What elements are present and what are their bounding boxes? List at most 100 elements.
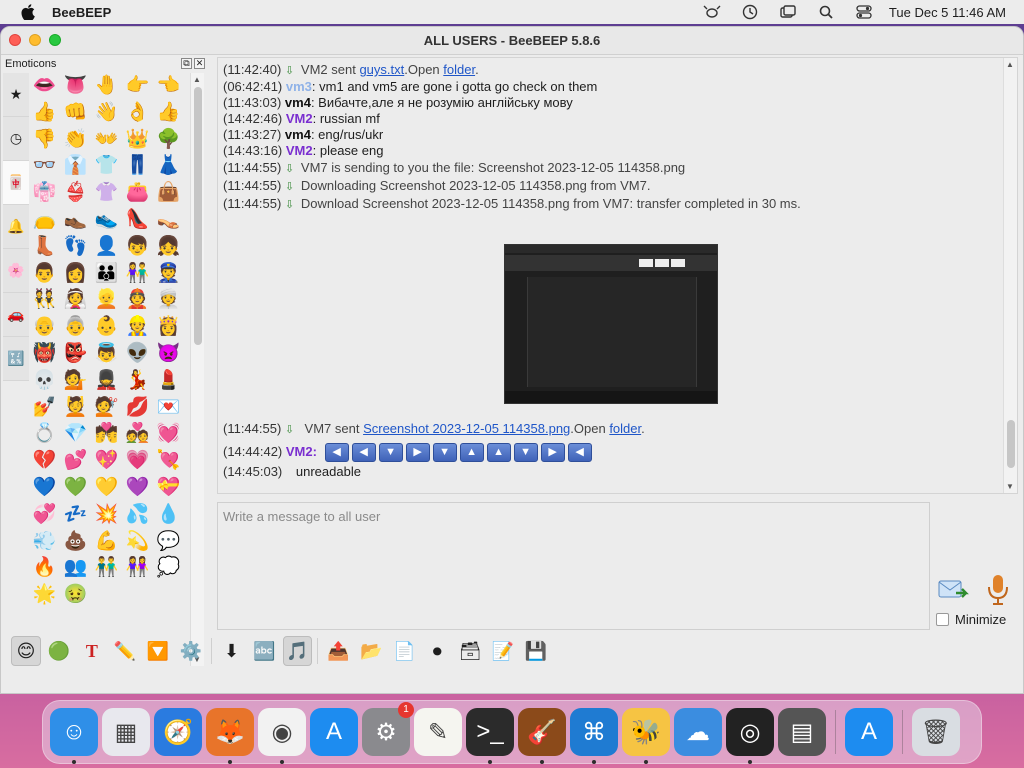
record-button[interactable]: ⏺ bbox=[422, 636, 452, 666]
emoticon-cell[interactable]: 💫 bbox=[122, 529, 153, 556]
emoticon-cell[interactable]: 👸 bbox=[153, 314, 184, 341]
emoticon-cell[interactable]: 👞 bbox=[60, 207, 91, 234]
emoticon-cell[interactable]: 👣 bbox=[60, 234, 91, 261]
beebeep-status-icon[interactable] bbox=[693, 0, 731, 24]
dock-safari-icon[interactable]: 🧭 bbox=[154, 708, 202, 756]
emoticon-cell[interactable]: 🤚 bbox=[91, 73, 122, 100]
emoticon-cell[interactable]: 👶 bbox=[91, 314, 122, 341]
emoticon-cell[interactable]: 💗 bbox=[122, 448, 153, 475]
arrow-button[interactable]: ▲ bbox=[459, 443, 484, 463]
emoticon-cell[interactable]: 👮 bbox=[153, 261, 184, 288]
minimize-checkbox[interactable]: Minimize bbox=[936, 612, 1006, 627]
emoticon-cell[interactable]: 👥 bbox=[60, 555, 91, 582]
emoticon-category-tab[interactable]: 🚗 bbox=[3, 293, 29, 337]
emoticon-cell[interactable]: 💆 bbox=[60, 395, 91, 422]
emoticons-toggle-button[interactable]: 😊 bbox=[11, 636, 41, 666]
emoticon-cell[interactable]: 👄 bbox=[29, 73, 60, 100]
emoticon-cell[interactable]: 👓 bbox=[29, 153, 60, 180]
dock-beebeep-icon[interactable]: 🐝 bbox=[622, 708, 670, 764]
emoticon-cell[interactable]: 👱 bbox=[91, 287, 122, 314]
emoticon-cell[interactable]: 💌 bbox=[153, 395, 184, 422]
emoticon-cell[interactable]: 👖 bbox=[122, 153, 153, 180]
window-switch-icon[interactable] bbox=[769, 0, 807, 24]
chat-scroll-up-icon[interactable]: ▲ bbox=[1006, 60, 1014, 69]
status-button[interactable]: 🟢 bbox=[44, 636, 74, 666]
emoticon-cell[interactable]: 👚 bbox=[91, 180, 122, 207]
emoticon-cell[interactable]: 👉 bbox=[122, 73, 153, 100]
emoticon-cell[interactable]: 💃 bbox=[122, 368, 153, 395]
emoticon-cell[interactable]: 👊 bbox=[60, 100, 91, 127]
spellcheck-button[interactable]: 🔤 bbox=[250, 636, 280, 666]
emoticon-cell[interactable]: 💧 bbox=[153, 502, 184, 529]
dock-system-settings-icon[interactable]: ⚙ 1 bbox=[362, 702, 414, 756]
emoticon-cell[interactable]: 👗 bbox=[153, 153, 184, 180]
dock-firefox-icon[interactable]: 🦊 bbox=[206, 708, 254, 764]
screenshot-file-link[interactable]: Screenshot 2023-12-05 114358.png bbox=[363, 421, 570, 436]
search-icon[interactable] bbox=[807, 0, 845, 24]
emoticon-cell[interactable]: 👨 bbox=[29, 261, 60, 288]
emoticon-cell[interactable]: 💪 bbox=[91, 529, 122, 556]
emoticon-cell[interactable]: 💜 bbox=[122, 475, 153, 502]
emoticon-cell[interactable]: 👕 bbox=[91, 153, 122, 180]
open-folder-link[interactable]: folder bbox=[443, 62, 475, 77]
emoticon-cell[interactable]: 👷 bbox=[122, 314, 153, 341]
emoticon-cell[interactable]: 💔 bbox=[29, 448, 60, 475]
archive-button[interactable]: 🗃 bbox=[455, 636, 485, 666]
save-chat-button[interactable]: 💾 bbox=[521, 636, 551, 666]
emoticon-cell[interactable]: 💍 bbox=[29, 421, 60, 448]
emoticon-cell[interactable]: 🌳 bbox=[153, 127, 184, 154]
filter-button[interactable]: 🔽 bbox=[143, 636, 173, 666]
emoticon-cell[interactable]: 💙 bbox=[29, 475, 60, 502]
chat-scroll-down-icon[interactable]: ▼ bbox=[1006, 482, 1014, 491]
menubar-clock[interactable]: Tue Dec 5 11:46 AM bbox=[883, 5, 1024, 20]
emoticon-cell[interactable]: 💑 bbox=[122, 421, 153, 448]
emoticon-cell[interactable]: 💥 bbox=[91, 502, 122, 529]
arrow-button[interactable]: ▼ bbox=[513, 443, 538, 463]
emoticon-cell[interactable]: 👈 bbox=[153, 73, 184, 100]
emoticon-category-tab[interactable]: ★ bbox=[3, 73, 29, 117]
emoticon-cell[interactable]: 👤 bbox=[91, 234, 122, 261]
message-input[interactable] bbox=[218, 503, 929, 629]
emoticon-cell[interactable]: 👢 bbox=[29, 234, 60, 261]
dock-launchpad-icon[interactable]: ▦ bbox=[102, 708, 150, 756]
emoticon-cell[interactable]: 💂 bbox=[91, 368, 122, 395]
emoticon-cell[interactable]: 💓 bbox=[153, 421, 184, 448]
emoticon-cell[interactable]: 👴 bbox=[29, 314, 60, 341]
emoticon-cell[interactable]: 💕 bbox=[60, 448, 91, 475]
emoticon-cell[interactable]: 👙 bbox=[60, 180, 91, 207]
emoticon-category-tab[interactable]: 🔔 bbox=[3, 205, 29, 249]
dock-terminal-icon[interactable]: >_ bbox=[466, 708, 514, 764]
microphone-icon[interactable] bbox=[986, 573, 1010, 607]
voice-message-button[interactable]: 🎵 bbox=[282, 636, 313, 666]
font-button[interactable]: T bbox=[77, 636, 107, 666]
arrow-button[interactable]: ▼ bbox=[432, 443, 457, 463]
emoticon-cell[interactable]: 👰 bbox=[60, 287, 91, 314]
send-folder-button[interactable]: 📂 bbox=[356, 636, 386, 666]
emoticon-cell[interactable]: 👔 bbox=[60, 153, 91, 180]
arrow-button[interactable]: ◀ bbox=[324, 443, 349, 463]
emoticon-cell[interactable]: 🔥 bbox=[29, 555, 60, 582]
file-link[interactable]: guys.txt bbox=[359, 62, 404, 77]
dock-app-store-icon[interactable]: A bbox=[310, 708, 358, 756]
emoticon-cell[interactable]: 👝 bbox=[29, 207, 60, 234]
emoticon-category-tab[interactable]: 🌸 bbox=[3, 249, 29, 293]
emoticon-cell[interactable]: 👎 bbox=[29, 127, 60, 154]
emoticon-category-tab[interactable]: 🀄 bbox=[3, 161, 29, 205]
dock-chrome-icon[interactable]: ◉ bbox=[258, 708, 306, 764]
clock-app-icon[interactable] bbox=[731, 0, 769, 24]
emoticon-cell[interactable]: 👐 bbox=[91, 127, 122, 154]
screenshot-thumbnail[interactable] bbox=[504, 244, 718, 404]
emoticon-cell[interactable]: 👪 bbox=[91, 261, 122, 288]
dock-obs-icon[interactable]: ◎ bbox=[726, 708, 774, 764]
dock-app-store-2-icon[interactable]: A bbox=[845, 708, 893, 756]
emoticon-cell[interactable]: 💀 bbox=[29, 368, 60, 395]
settings-gear-button[interactable]: ⚙️ bbox=[176, 636, 206, 666]
emoticon-cell[interactable]: 👳 bbox=[153, 287, 184, 314]
emoticon-cell[interactable]: 👅 bbox=[60, 73, 91, 100]
send-message-button[interactable] bbox=[938, 578, 970, 604]
notes-button[interactable]: 📝 bbox=[488, 636, 518, 666]
emoticon-cell[interactable]: 👩 bbox=[60, 261, 91, 288]
dock-weather-icon[interactable]: ☁ bbox=[674, 708, 722, 756]
emoticon-cell[interactable]: 👘 bbox=[29, 180, 60, 207]
scroll-up-arrow-icon[interactable]: ▲ bbox=[193, 75, 201, 84]
